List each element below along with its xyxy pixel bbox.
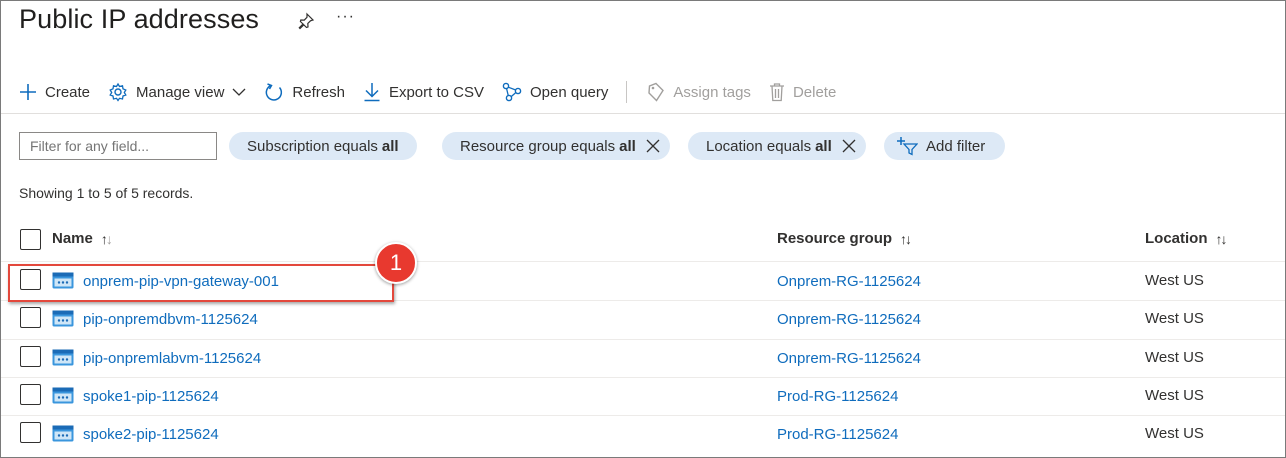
- column-header-resource-group[interactable]: Resource group ↑↓: [777, 230, 912, 247]
- resource-group-link[interactable]: Prod-RG-1125624: [777, 426, 898, 443]
- create-button[interactable]: Create: [19, 83, 90, 101]
- resource-group-link[interactable]: Onprem-RG-1125624: [777, 350, 921, 367]
- pin-icon[interactable]: [297, 12, 315, 30]
- sort-icon[interactable]: ↑↓: [900, 231, 912, 247]
- column-header-resource-group-label: Resource group: [777, 230, 893, 247]
- assign-tags-label: Assign tags: [673, 83, 751, 101]
- command-bar: Create Manage view Refresh Export to CSV…: [19, 79, 854, 105]
- row-divider: [1, 339, 1285, 340]
- resource-group-link[interactable]: Prod-RG-1125624: [777, 388, 898, 405]
- location-cell: West US: [1145, 387, 1204, 404]
- select-all-checkbox[interactable]: [20, 229, 41, 250]
- highlight-box: [8, 264, 394, 302]
- resource-group-filter-value: all: [619, 137, 636, 155]
- assign-tags-button[interactable]: Assign tags: [647, 82, 751, 102]
- row-checkbox[interactable]: [20, 422, 41, 443]
- column-header-location[interactable]: Location ↑↓: [1145, 230, 1228, 247]
- sort-icon[interactable]: ↑↓: [101, 231, 113, 247]
- public-ip-icon: [52, 349, 74, 366]
- row-divider: [1, 377, 1285, 378]
- resource-name-link[interactable]: pip-onpremlabvm-1125624: [83, 350, 261, 367]
- filter-input[interactable]: [19, 132, 217, 160]
- download-icon: [364, 83, 380, 102]
- row-divider: [1, 415, 1285, 416]
- export-csv-label: Export to CSV: [388, 83, 484, 101]
- column-header-name-label: Name: [52, 230, 93, 247]
- more-options-icon[interactable]: ···: [336, 8, 355, 26]
- subscription-filter-pill[interactable]: Subscription equals all: [229, 132, 417, 160]
- refresh-icon: [266, 83, 283, 101]
- public-ip-icon: [52, 425, 74, 442]
- delete-button[interactable]: Delete: [769, 82, 836, 102]
- column-header-name[interactable]: Name ↑↓: [52, 230, 113, 247]
- export-csv-button[interactable]: Export to CSV: [363, 82, 484, 102]
- location-cell: West US: [1145, 425, 1204, 442]
- location-filter-label: Location equals: [706, 137, 812, 155]
- row-checkbox[interactable]: [20, 384, 41, 405]
- manage-view-button[interactable]: Manage view: [108, 82, 246, 102]
- close-icon[interactable]: [842, 139, 856, 153]
- chevron-down-icon: [232, 88, 246, 96]
- subscription-filter-label: Subscription equals: [247, 137, 378, 155]
- resource-group-link[interactable]: Onprem-RG-1125624: [777, 273, 921, 290]
- resource-name-link[interactable]: spoke2-pip-1125624: [83, 426, 219, 443]
- sort-icon[interactable]: ↑↓: [1216, 231, 1228, 247]
- plus-icon: [20, 84, 36, 100]
- resource-group-link[interactable]: Onprem-RG-1125624: [777, 311, 921, 328]
- gear-icon: [109, 82, 127, 102]
- add-filter-button[interactable]: Add filter: [884, 132, 1006, 160]
- header-divider: [1, 261, 1285, 262]
- page-title: Public IP addresses: [19, 4, 260, 34]
- trash-icon: [769, 83, 784, 102]
- refresh-label: Refresh: [292, 83, 345, 101]
- public-ip-icon: [52, 387, 74, 404]
- toolbar-separator: [626, 81, 628, 103]
- add-filter-icon: [897, 137, 918, 156]
- callout-badge: 1: [375, 242, 417, 284]
- manage-view-label: Manage view: [136, 83, 225, 101]
- query-icon: [502, 82, 522, 102]
- location-cell: West US: [1145, 349, 1204, 366]
- public-ip-icon: [52, 310, 74, 327]
- toolbar-divider: [1, 113, 1285, 114]
- resource-name-link[interactable]: spoke1-pip-1125624: [83, 388, 219, 405]
- records-count: Showing 1 to 5 of 5 records.: [19, 185, 194, 201]
- column-header-location-label: Location: [1145, 230, 1208, 247]
- resource-name-link[interactable]: pip-onpremdbvm-1125624: [83, 311, 258, 328]
- location-cell: West US: [1145, 272, 1204, 289]
- location-filter-value: all: [815, 137, 832, 155]
- row-checkbox[interactable]: [20, 346, 41, 367]
- resource-group-filter-label: Resource group equals: [460, 137, 616, 155]
- refresh-button[interactable]: Refresh: [264, 82, 345, 102]
- subscription-filter-value: all: [381, 137, 399, 155]
- delete-label: Delete: [792, 83, 837, 101]
- open-query-label: Open query: [530, 83, 609, 101]
- resource-group-filter-pill[interactable]: Resource group equals all: [442, 132, 670, 160]
- create-label: Create: [45, 83, 91, 101]
- close-icon[interactable]: [646, 139, 660, 153]
- row-checkbox[interactable]: [20, 307, 41, 328]
- location-cell: West US: [1145, 310, 1204, 327]
- open-query-button[interactable]: Open query: [502, 82, 608, 102]
- add-filter-label: Add filter: [926, 137, 986, 155]
- tag-icon: [648, 82, 665, 102]
- location-filter-pill[interactable]: Location equals all: [688, 132, 866, 160]
